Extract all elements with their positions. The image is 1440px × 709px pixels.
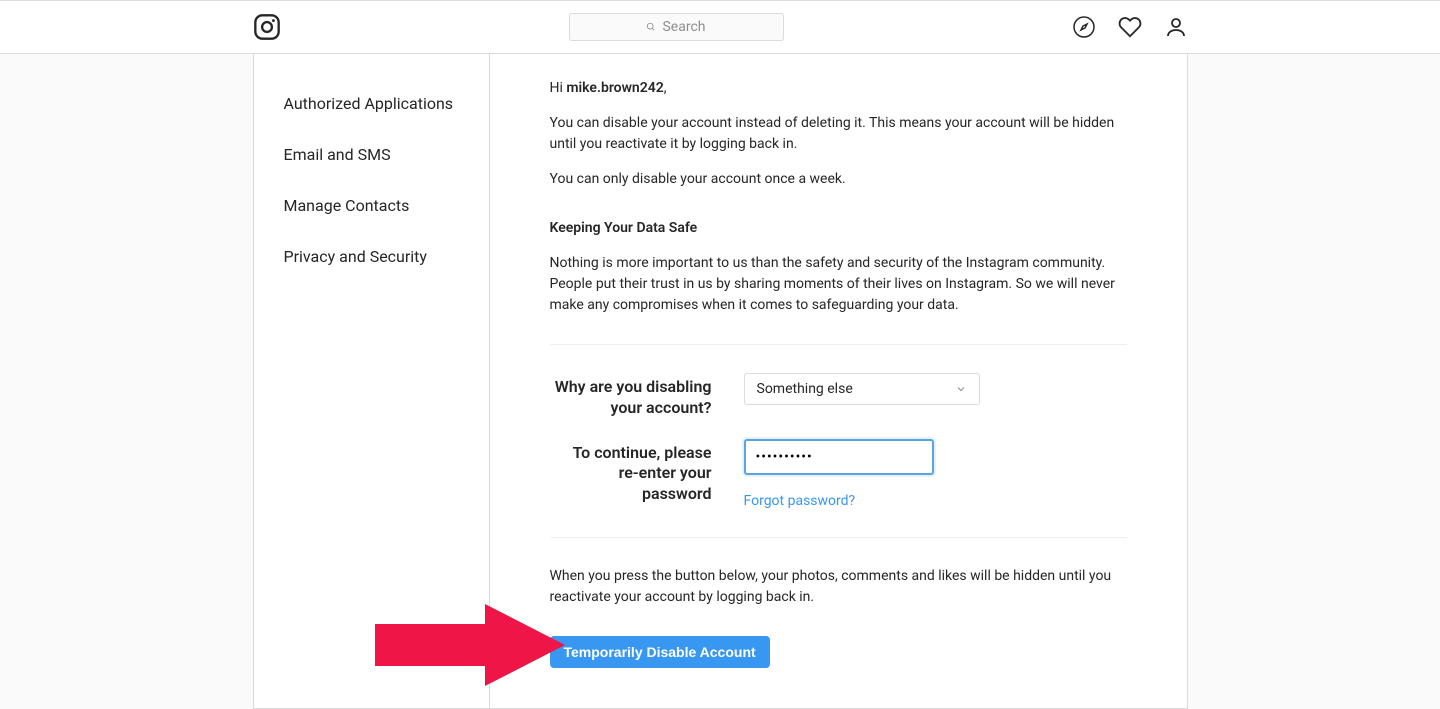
divider — [550, 344, 1127, 345]
reason-select[interactable]: Something else — [744, 373, 980, 405]
sidebar-item-label: Manage Contacts — [284, 196, 410, 215]
divider — [550, 537, 1127, 538]
settings-sidebar: Authorized Applications Email and SMS Ma… — [254, 54, 490, 708]
heading-data-safe: Keeping Your Data Safe — [550, 218, 1127, 239]
top-nav: Search — [0, 0, 1440, 54]
bottom-note: When you press the button below, your ph… — [550, 566, 1127, 608]
password-input[interactable] — [744, 439, 934, 475]
search-placeholder: Search — [662, 19, 705, 35]
disable-info-1: You can disable your account instead of … — [550, 113, 1127, 155]
explore-icon[interactable] — [1072, 15, 1096, 39]
sidebar-item-label: Privacy and Security — [284, 247, 427, 266]
heart-icon[interactable] — [1118, 15, 1142, 39]
temporarily-disable-button[interactable]: Temporarily Disable Account — [550, 636, 770, 668]
data-safe-text: Nothing is more important to us than the… — [550, 253, 1127, 316]
reason-label: Why are you disabling your account? — [550, 373, 744, 419]
search-input[interactable]: Search — [569, 13, 784, 41]
main-content: Hi mike.brown242, You can disable your a… — [490, 54, 1187, 708]
instagram-logo[interactable] — [253, 13, 281, 41]
chevron-down-icon — [955, 383, 967, 395]
password-label: To continue, please re-enter your passwo… — [550, 439, 744, 505]
sidebar-item-label: Email and SMS — [284, 145, 391, 164]
sidebar-item-authorized-apps[interactable]: Authorized Applications — [254, 78, 489, 129]
settings-container: Authorized Applications Email and SMS Ma… — [253, 54, 1188, 709]
reason-selected-value: Something else — [757, 381, 853, 397]
username: mike.brown242 — [566, 80, 663, 96]
profile-icon[interactable] — [1164, 15, 1188, 39]
sidebar-item-email-sms[interactable]: Email and SMS — [254, 129, 489, 180]
search-icon — [646, 22, 656, 32]
greeting-text: Hi mike.brown242, — [550, 78, 1127, 99]
disable-info-2: You can only disable your account once a… — [550, 169, 1127, 190]
forgot-password-link[interactable]: Forgot password? — [744, 493, 856, 509]
sidebar-item-privacy-security[interactable]: Privacy and Security — [254, 231, 489, 282]
sidebar-item-label: Authorized Applications — [284, 94, 454, 113]
sidebar-item-manage-contacts[interactable]: Manage Contacts — [254, 180, 489, 231]
